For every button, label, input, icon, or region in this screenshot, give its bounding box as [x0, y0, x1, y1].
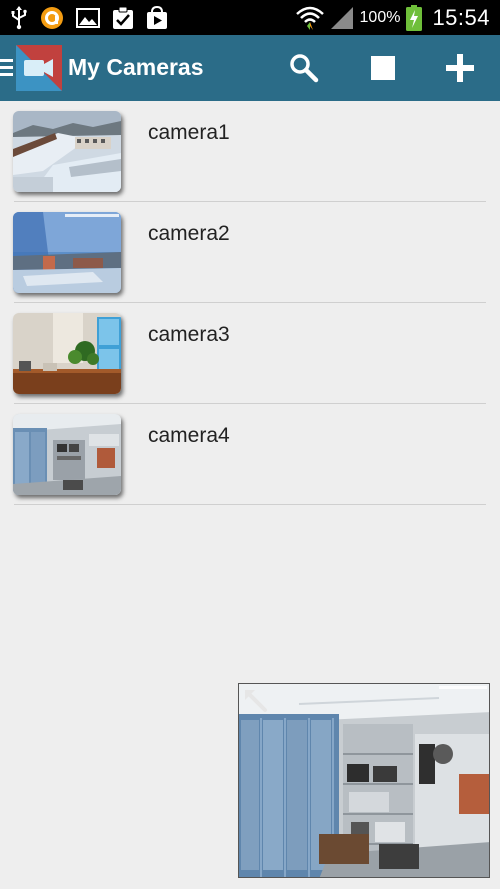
stop-icon: [371, 56, 395, 80]
add-camera-button[interactable]: [442, 50, 478, 86]
search-button[interactable]: [286, 50, 322, 86]
usb-icon: [11, 5, 27, 29]
camera-name: camera3: [148, 323, 230, 346]
wifi-icon: [295, 6, 324, 30]
camera-thumbnail: [13, 111, 121, 192]
camera-name: camera4: [148, 424, 230, 447]
camera-thumbnail: [13, 414, 121, 495]
app-logo-icon[interactable]: [16, 45, 62, 91]
camera-list-item[interactable]: camera4: [0, 404, 500, 505]
battery-charging-icon: [406, 4, 423, 31]
battery-percentage: 100%: [359, 8, 401, 26]
add-icon: [446, 54, 474, 82]
search-icon: [290, 54, 319, 83]
gallery-icon: [76, 7, 100, 28]
status-bar: 100% 15:54: [0, 0, 500, 35]
stop-button[interactable]: [365, 50, 401, 86]
system-indicators: 100% 15:54: [295, 3, 490, 32]
camera-list: camera1 camera2 camera3 camera4: [0, 101, 500, 505]
camera-list-item[interactable]: camera1: [0, 101, 500, 202]
list-divider: [14, 504, 486, 505]
signal-icon: [330, 6, 353, 29]
menu-icon[interactable]: [0, 57, 14, 79]
floating-camera-preview[interactable]: [238, 683, 490, 878]
browser-notification-icon: [41, 6, 63, 29]
expand-icon[interactable]: [243, 688, 269, 714]
camera-name: camera1: [148, 121, 230, 144]
camera-list-item[interactable]: camera3: [0, 303, 500, 404]
play-store-icon: [147, 5, 167, 29]
status-clock: 15:54: [432, 4, 490, 30]
notification-icons: [10, 5, 168, 30]
app-title: My Cameras: [68, 54, 204, 80]
camera-thumbnail: [13, 212, 121, 293]
app-bar: My Cameras: [0, 35, 500, 101]
camera-name: camera2: [148, 222, 230, 245]
camera-thumbnail: [13, 313, 121, 394]
camera-list-item[interactable]: camera2: [0, 202, 500, 303]
task-done-icon: [113, 6, 133, 29]
